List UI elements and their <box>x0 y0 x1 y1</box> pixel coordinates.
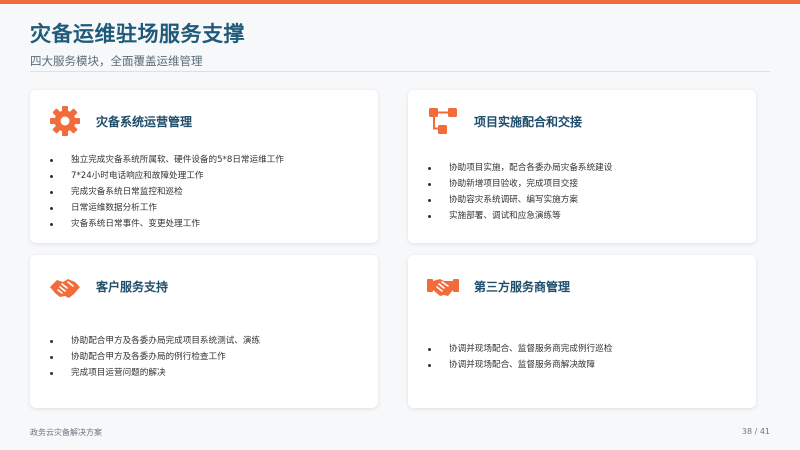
card-title: 灾备系统运营管理 <box>96 114 193 129</box>
card-header: 客户服务支持 <box>48 269 168 303</box>
card-customer-support: 客户服务支持 协助配合甲方及各委办局完成项目系统测试、演练 协助配合甲方及各委办… <box>30 255 378 408</box>
list-item: 日常运维数据分析工作 <box>50 200 284 216</box>
list-item: 独立完成灾备系统所属软、硬件设备的5*8日常运维工作 <box>50 152 284 168</box>
list-item: 协调并现场配合、监督服务商完成例行巡检 <box>428 341 612 357</box>
top-accent-bar <box>0 0 800 4</box>
card-title: 第三方服务商管理 <box>474 279 571 294</box>
header-divider <box>30 71 770 72</box>
list-item: 灾备系统日常事件、变更处理工作 <box>50 216 284 232</box>
list-item: 协助配合甲方及各委办局完成项目系统测试、演练 <box>50 333 260 349</box>
list-item: 协调并现场配合、监督服务商解决故障 <box>428 357 612 373</box>
gear-icon <box>50 106 80 136</box>
list-item: 7*24小时电话响应和故障处理工作 <box>50 168 284 184</box>
list-item: 协助容灾系统调研、编写实施方案 <box>428 192 612 208</box>
footer-page-number: 38 / 41 <box>741 427 770 436</box>
card-item-list: 协调并现场配合、监督服务商完成例行巡检 协调并现场配合、监督服务商解决故障 <box>428 341 612 373</box>
list-item: 协助配合甲方及各委办局的例行检查工作 <box>50 349 260 365</box>
footer-document-name: 政务云灾备解决方案 <box>30 428 102 437</box>
card-title: 项目实施配合和交接 <box>474 114 583 129</box>
card-ops-management: 灾备系统运营管理 独立完成灾备系统所属软、硬件设备的5*8日常运维工作 7*24… <box>30 90 378 243</box>
list-item: 完成灾备系统日常监控和巡检 <box>50 184 284 200</box>
card-header: 灾备系统运营管理 <box>48 104 192 138</box>
card-project-implementation: 项目实施配合和交接 协助项目实施，配合各委办局灾备系统建设 协助新增项目验收，完… <box>408 90 756 243</box>
card-title: 客户服务支持 <box>96 279 169 294</box>
card-header: 项目实施配合和交接 <box>426 104 582 138</box>
card-item-list: 协助配合甲方及各委办局完成项目系统测试、演练 协助配合甲方及各委办局的例行检查工… <box>50 333 260 381</box>
handshake-icon <box>50 279 80 298</box>
card-item-list: 独立完成灾备系统所属软、硬件设备的5*8日常运维工作 7*24小时电话响应和故障… <box>50 152 284 232</box>
page-title: 灾备运维驻场服务支撑 <box>30 22 245 46</box>
partnership-icon <box>427 279 459 296</box>
flow-icon <box>429 108 457 134</box>
list-item: 实施部署、调试和应急演练等 <box>428 208 612 224</box>
list-item: 协助项目实施，配合各委办局灾备系统建设 <box>428 160 612 176</box>
card-header: 第三方服务商管理 <box>426 269 570 303</box>
list-item: 协助新增项目验收，完成项目交接 <box>428 176 612 192</box>
page-subtitle: 四大服务模块，全面覆盖运维管理 <box>30 54 203 68</box>
card-third-party-management: 第三方服务商管理 协调并现场配合、监督服务商完成例行巡检 协调并现场配合、监督服… <box>408 255 756 408</box>
card-item-list: 协助项目实施，配合各委办局灾备系统建设 协助新增项目验收，完成项目交接 协助容灾… <box>428 160 612 224</box>
list-item: 完成项目运营问题的解决 <box>50 365 260 381</box>
